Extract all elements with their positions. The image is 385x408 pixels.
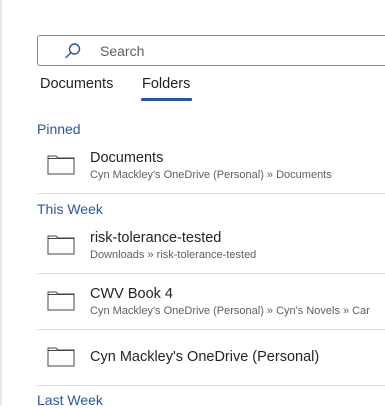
folder-path: Cyn Mackley's OneDrive (Personal) » Docu… [90, 169, 332, 181]
tab-folders[interactable]: Folders [142, 76, 190, 92]
folder-item-documents[interactable]: Documents Cyn Mackley's OneDrive (Person… [37, 140, 385, 192]
folder-path: Cyn Mackley's OneDrive (Personal) » Cyn'… [90, 305, 370, 317]
folder-item-cwv-book-4[interactable]: CWV Book 4 Cyn Mackley's OneDrive (Perso… [37, 276, 385, 328]
search-icon [65, 43, 81, 59]
row-divider [37, 385, 385, 386]
folder-name: Documents [90, 150, 164, 166]
tab-documents[interactable]: Documents [40, 76, 113, 92]
folder-path: Downloads » risk-tolerance-tested [90, 249, 257, 261]
tab-selected-indicator [141, 98, 192, 101]
section-header-last-week: Last Week [37, 392, 103, 408]
folder-item-risk-tolerance-tested[interactable]: risk-tolerance-tested Downloads » risk-t… [37, 220, 385, 272]
folder-icon [47, 347, 75, 367]
folder-icon [47, 235, 75, 255]
left-pane-edge [0, 0, 2, 405]
folder-name: Cyn Mackley's OneDrive (Personal) [90, 349, 320, 365]
folder-name: CWV Book 4 [90, 286, 173, 302]
row-divider [37, 273, 385, 274]
section-header-pinned: Pinned [37, 121, 81, 137]
row-divider [37, 193, 385, 194]
row-divider [37, 329, 385, 330]
search-input[interactable] [100, 37, 370, 64]
folder-icon [47, 291, 75, 311]
folder-name: risk-tolerance-tested [90, 230, 222, 246]
folder-icon [47, 155, 75, 175]
folder-item-onedrive-personal[interactable]: Cyn Mackley's OneDrive (Personal) [37, 332, 385, 384]
section-header-this-week: This Week [37, 201, 103, 217]
search-box[interactable] [37, 35, 385, 66]
